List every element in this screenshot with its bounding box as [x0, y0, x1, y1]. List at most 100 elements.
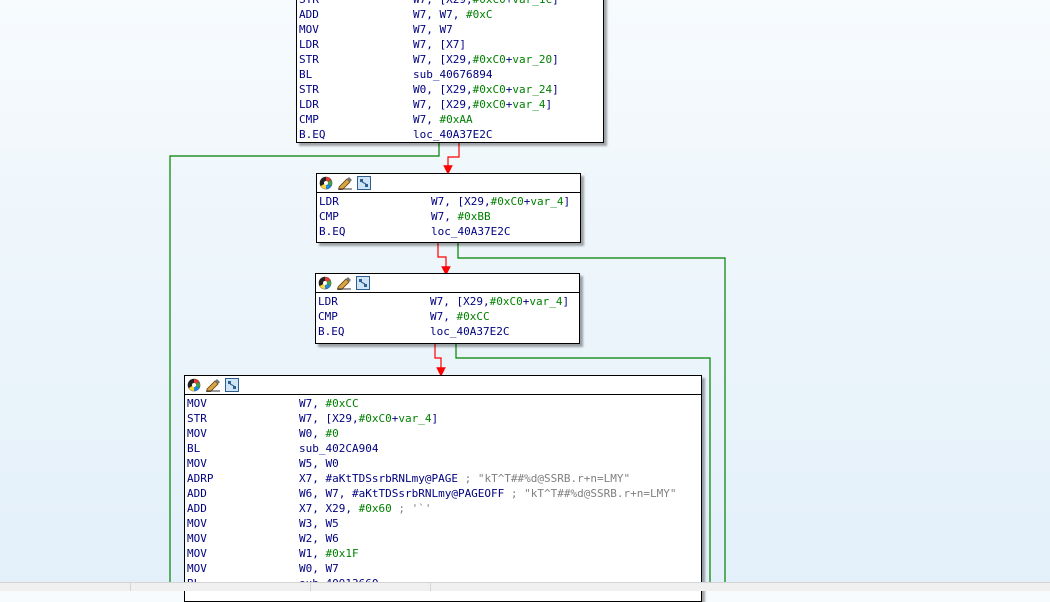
immediate: #0xC0 [490, 195, 524, 208]
instruction-row[interactable]: MOV W0, W7 [187, 561, 699, 576]
block-header [185, 376, 701, 395]
operand-text: X7, X29, [299, 502, 359, 515]
operand-text: W7, [430, 310, 457, 323]
operands: W7, #0xBB [431, 209, 491, 224]
operand-text: ] [552, 0, 559, 6]
code-block-2[interactable]: LDR W7, [X29,#0xC0+var_4] CMP W7, #0xCC B.EQ… [315, 273, 580, 344]
instruction-row[interactable]: MOV W1, #0x1F [187, 546, 699, 561]
operand-text: W7, [X7] [413, 38, 466, 51]
instruction-row[interactable]: CMP W7, #0xAA [299, 112, 601, 127]
operands: W7, W7 [413, 22, 453, 37]
operands: W7, #0xCC [299, 396, 359, 411]
operand-text: ] [552, 53, 559, 66]
operand-text: W0, W7 [299, 562, 339, 575]
code-block-0[interactable]: STR W7, [X29,#0xC0+var_1C] ADD W7, W7, #0xC… [296, 0, 604, 143]
instruction-row[interactable]: STR W7, [X29,#0xC0+var_4] [187, 411, 699, 426]
block-body: STR W7, [X29,#0xC0+var_1C] ADD W7, W7, #0xC… [297, 0, 603, 144]
edit-pencil-icon[interactable] [337, 175, 353, 191]
color-palette-icon[interactable] [186, 377, 202, 393]
operand-text: sub_40676894 [413, 68, 493, 81]
mnemonic: MOV [187, 397, 207, 410]
instruction-row[interactable]: CMP W7, #0xBB [319, 209, 578, 224]
immediate: #0xBB [457, 210, 491, 223]
instruction-row[interactable]: LDR W7, [X29,#0xC0+var_4] [319, 194, 578, 209]
operands: W7, [X29,#0xC0+var_1C] [413, 0, 559, 7]
code-block-3[interactable]: MOV W7, #0xCC STR W7, [X29,#0xC0+var_4] MOV W… [184, 375, 702, 602]
mnemonic: MOV [187, 547, 207, 560]
edit-pencil-icon[interactable] [336, 275, 352, 291]
instruction-row[interactable]: STR W7, [X29,#0xC0+var_20] [299, 52, 601, 67]
instruction-row[interactable]: LDR W7, [X29,#0xC0+var_4] [299, 97, 601, 112]
immediate: #0xAA [439, 113, 473, 126]
graph-overview-icon[interactable] [356, 175, 372, 191]
operands: W0, [X29,#0xC0+var_24] [413, 82, 559, 97]
immediate: #0x1F [325, 547, 359, 560]
instruction-row[interactable]: LDR W7, [X7] [299, 37, 601, 52]
instruction-row[interactable]: STR W0, [X29,#0xC0+var_24] [299, 82, 601, 97]
instruction-row[interactable]: ADD W6, W7, #aKtTDSsrbRNLmy@PAGEOFF ; "kT… [187, 486, 699, 501]
mnemonic: MOV [187, 457, 207, 470]
mnemonic: ADRP [187, 472, 214, 485]
operand-text: loc_40A37E2C [431, 225, 511, 238]
mnemonic: STR [299, 0, 319, 7]
instruction-row[interactable]: ADRP X7, #aKtTDSsrbRNLmy@PAGE ; "kT^T##%d… [187, 471, 699, 486]
instruction-row[interactable]: MOV W3, W5 [187, 516, 699, 531]
instruction-row[interactable]: LDR W7, [X29,#0xC0+var_4] [318, 294, 577, 309]
instruction-row[interactable]: BL sub_40676894 [299, 67, 601, 82]
graph-overview-icon[interactable] [224, 377, 240, 393]
operand-text: W1, [299, 547, 326, 560]
operands: W3, W5 [299, 516, 339, 531]
instruction-row[interactable]: ADD X7, X29, #0x60 ; '`' [187, 501, 699, 516]
code-block-1[interactable]: LDR W7, [X29,#0xC0+var_4] CMP W7, #0xBB B.EQ… [316, 173, 581, 243]
mnemonic: MOV [187, 427, 207, 440]
edit-pencil-icon[interactable] [205, 377, 221, 393]
operands: W0, #0 [299, 426, 339, 441]
operand-text: W7, [X29, [413, 53, 473, 66]
mnemonic: B.EQ [299, 128, 326, 141]
instruction-row[interactable]: STR W7, [X29,#0xC0+var_1C] [299, 0, 601, 7]
instruction-row[interactable]: MOV W7, #0xCC [187, 396, 699, 411]
instruction-row[interactable]: MOV W0, #0 [187, 426, 699, 441]
mnemonic: STR [299, 53, 319, 66]
instruction-row[interactable]: MOV W5, W0 [187, 456, 699, 471]
mnemonic: CMP [299, 113, 319, 126]
graph-overview-icon[interactable] [355, 275, 371, 291]
operands: W7, W7, #0xC [413, 7, 492, 22]
instruction-row[interactable]: B.EQ loc_40A37E2C [299, 127, 601, 142]
operands: sub_402CA904 [299, 441, 378, 456]
mnemonic: MOV [299, 23, 319, 36]
mnemonic: LDR [318, 295, 338, 308]
immediate: #0xC0 [473, 0, 506, 6]
instruction-row[interactable]: CMP W7, #0xCC [318, 309, 577, 324]
mnemonic: LDR [319, 195, 339, 208]
edge-b0-b1-false [443, 142, 460, 175]
immediate: #0xC0 [489, 295, 523, 308]
mnemonic: CMP [318, 310, 338, 323]
instruction-row[interactable]: MOV W7, W7 [299, 22, 601, 37]
color-palette-icon[interactable] [317, 275, 333, 291]
mnemonic: ADD [187, 502, 207, 515]
immediate: #0xC0 [472, 53, 506, 66]
instruction-row[interactable]: ADD W7, W7, #0xC [299, 7, 601, 22]
mnemonic: BL [187, 442, 201, 455]
instruction-row[interactable]: MOV W2, W6 [187, 531, 699, 546]
instruction-row[interactable]: B.EQ loc_40A37E2C [318, 324, 577, 339]
operand-text: W7, [X29, [431, 195, 491, 208]
operands: loc_40A37E2C [413, 127, 492, 142]
immediate: #0 [325, 427, 339, 440]
mnemonic: MOV [187, 532, 207, 545]
operand-text: W7, W7, [413, 8, 466, 21]
operands: sub_40676894 [413, 67, 492, 82]
operand-text: ] [552, 83, 559, 96]
operands: W6, W7, #aKtTDSsrbRNLmy@PAGEOFF ; "kT^T#… [299, 486, 677, 501]
instruction-row[interactable]: BL sub_402CA904 [187, 441, 699, 456]
instruction-row[interactable]: B.EQ loc_40A37E2C [319, 224, 578, 239]
operand-text: W7, [X29, [413, 98, 473, 111]
comment: ; "kT^T##%d@SSRB.r+n=LMY" [457, 472, 631, 485]
mnemonic: LDR [299, 38, 319, 51]
operand-text: ] [562, 295, 570, 308]
operand-text: W7, W7 [413, 23, 453, 36]
immediate: #0xC0 [472, 98, 506, 111]
block-body: MOV W7, #0xCC STR W7, [X29,#0xC0+var_4] MOV W… [185, 395, 701, 593]
color-palette-icon[interactable] [318, 175, 334, 191]
